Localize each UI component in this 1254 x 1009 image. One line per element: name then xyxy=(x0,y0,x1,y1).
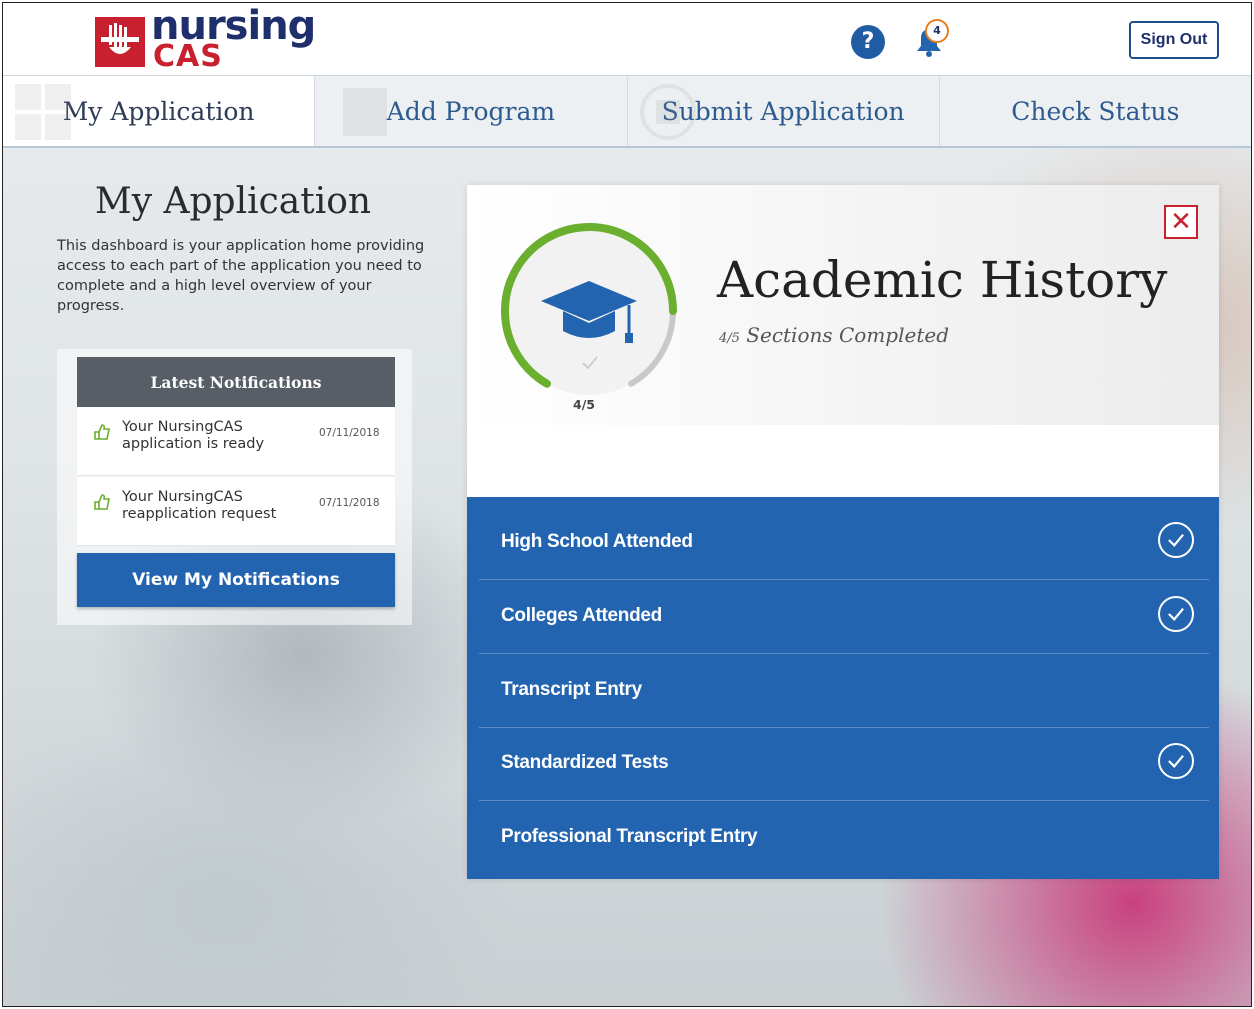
notification-text: Your NursingCAS application is ready xyxy=(122,419,265,452)
check-circle-icon xyxy=(1158,743,1194,779)
close-icon[interactable]: ✕ xyxy=(1164,205,1198,239)
notification-bell[interactable]: 4 xyxy=(909,19,949,61)
page-title: My Application xyxy=(94,181,372,222)
ring-progress-label: 4/5 xyxy=(573,397,595,412)
academic-history-panel: ✕ 4/5 Academic History 4/5 Sections Comp… xyxy=(467,185,1219,879)
sections-completed-label: Sections Completed xyxy=(746,323,950,347)
section-item-high-school[interactable]: High School Attended xyxy=(479,505,1209,580)
tab-check-status-label: Check Status xyxy=(1011,96,1180,126)
tab-submit-application[interactable]: Submit Application xyxy=(628,76,940,146)
notification-item[interactable]: Your NursingCAS application is ready 07/… xyxy=(77,407,395,476)
section-item-label: Colleges Attended xyxy=(501,605,662,626)
notifications-heading: Latest Notifications xyxy=(77,357,395,407)
sign-out-button[interactable]: Sign Out xyxy=(1129,21,1219,59)
section-item-standardized-tests[interactable]: Standardized Tests xyxy=(479,726,1209,801)
notifications-card: Latest Notifications Your NursingCAS app… xyxy=(57,349,412,625)
sections-completed-text: 4/5 Sections Completed xyxy=(719,323,949,347)
check-circle-icon xyxy=(1158,596,1194,632)
tab-my-application-label: My Application xyxy=(62,96,255,126)
grid-icon xyxy=(15,84,71,140)
top-header: nursing CAS ? 4 Sign Out xyxy=(3,3,1251,76)
tab-my-application[interactable]: My Application xyxy=(3,76,316,146)
page-description: This dashboard is your application home … xyxy=(57,238,425,314)
section-item-transcript-entry[interactable]: Transcript Entry xyxy=(479,653,1209,728)
tab-submit-application-label: Submit Application xyxy=(661,96,905,126)
check-circle-icon xyxy=(1158,522,1194,558)
tab-check-status[interactable]: Check Status xyxy=(940,76,1251,146)
thumbs-up-icon xyxy=(94,424,110,440)
nursingcas-logo[interactable]: nursing CAS xyxy=(95,3,316,74)
help-icon[interactable]: ? xyxy=(851,25,885,59)
sections-completed-fraction: 4/5 xyxy=(719,331,740,346)
section-item-label: Professional Transcript Entry xyxy=(501,826,758,847)
logo-text-cas: CAS xyxy=(153,39,223,74)
notification-date: 07/11/2018 xyxy=(319,427,380,439)
section-item-label: High School Attended xyxy=(501,531,693,552)
tab-add-program-label: Add Program xyxy=(386,96,556,126)
notification-date: 07/11/2018 xyxy=(319,497,380,509)
logo-mark-icon xyxy=(95,17,145,67)
notification-text: Your NursingCAS reapplication request xyxy=(122,489,277,522)
app-frame: nursing CAS ? 4 Sign Out My Application xyxy=(2,2,1252,1007)
section-item-colleges[interactable]: Colleges Attended xyxy=(479,579,1209,654)
notification-item[interactable]: Your NursingCAS reapplication request 07… xyxy=(77,477,395,546)
section-item-professional-transcript[interactable]: Professional Transcript Entry xyxy=(479,800,1209,874)
progress-ring xyxy=(501,223,677,395)
section-item-label: Standardized Tests xyxy=(501,752,669,773)
thumbs-up-icon xyxy=(94,494,110,510)
section-title: Academic History xyxy=(717,251,1168,309)
notification-count-badge: 4 xyxy=(925,19,949,43)
book-icon xyxy=(343,88,388,136)
view-notifications-button[interactable]: View My Notifications xyxy=(77,553,395,607)
tab-add-program[interactable]: Add Program xyxy=(315,76,628,146)
section-item-label: Transcript Entry xyxy=(501,679,642,700)
main-nav: My Application Add Program Submit Applic… xyxy=(3,76,1251,148)
stamp-icon xyxy=(639,84,696,140)
section-list: High School Attended Colleges Attended T… xyxy=(467,497,1219,879)
